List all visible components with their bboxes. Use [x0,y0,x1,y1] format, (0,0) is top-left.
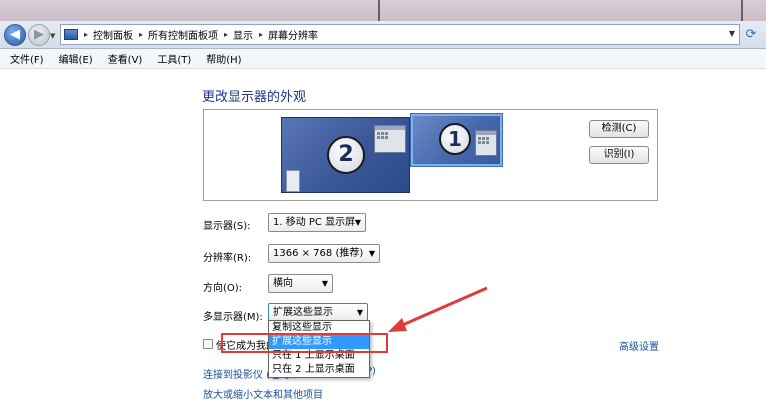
annotation-arrow-icon [388,286,488,332]
